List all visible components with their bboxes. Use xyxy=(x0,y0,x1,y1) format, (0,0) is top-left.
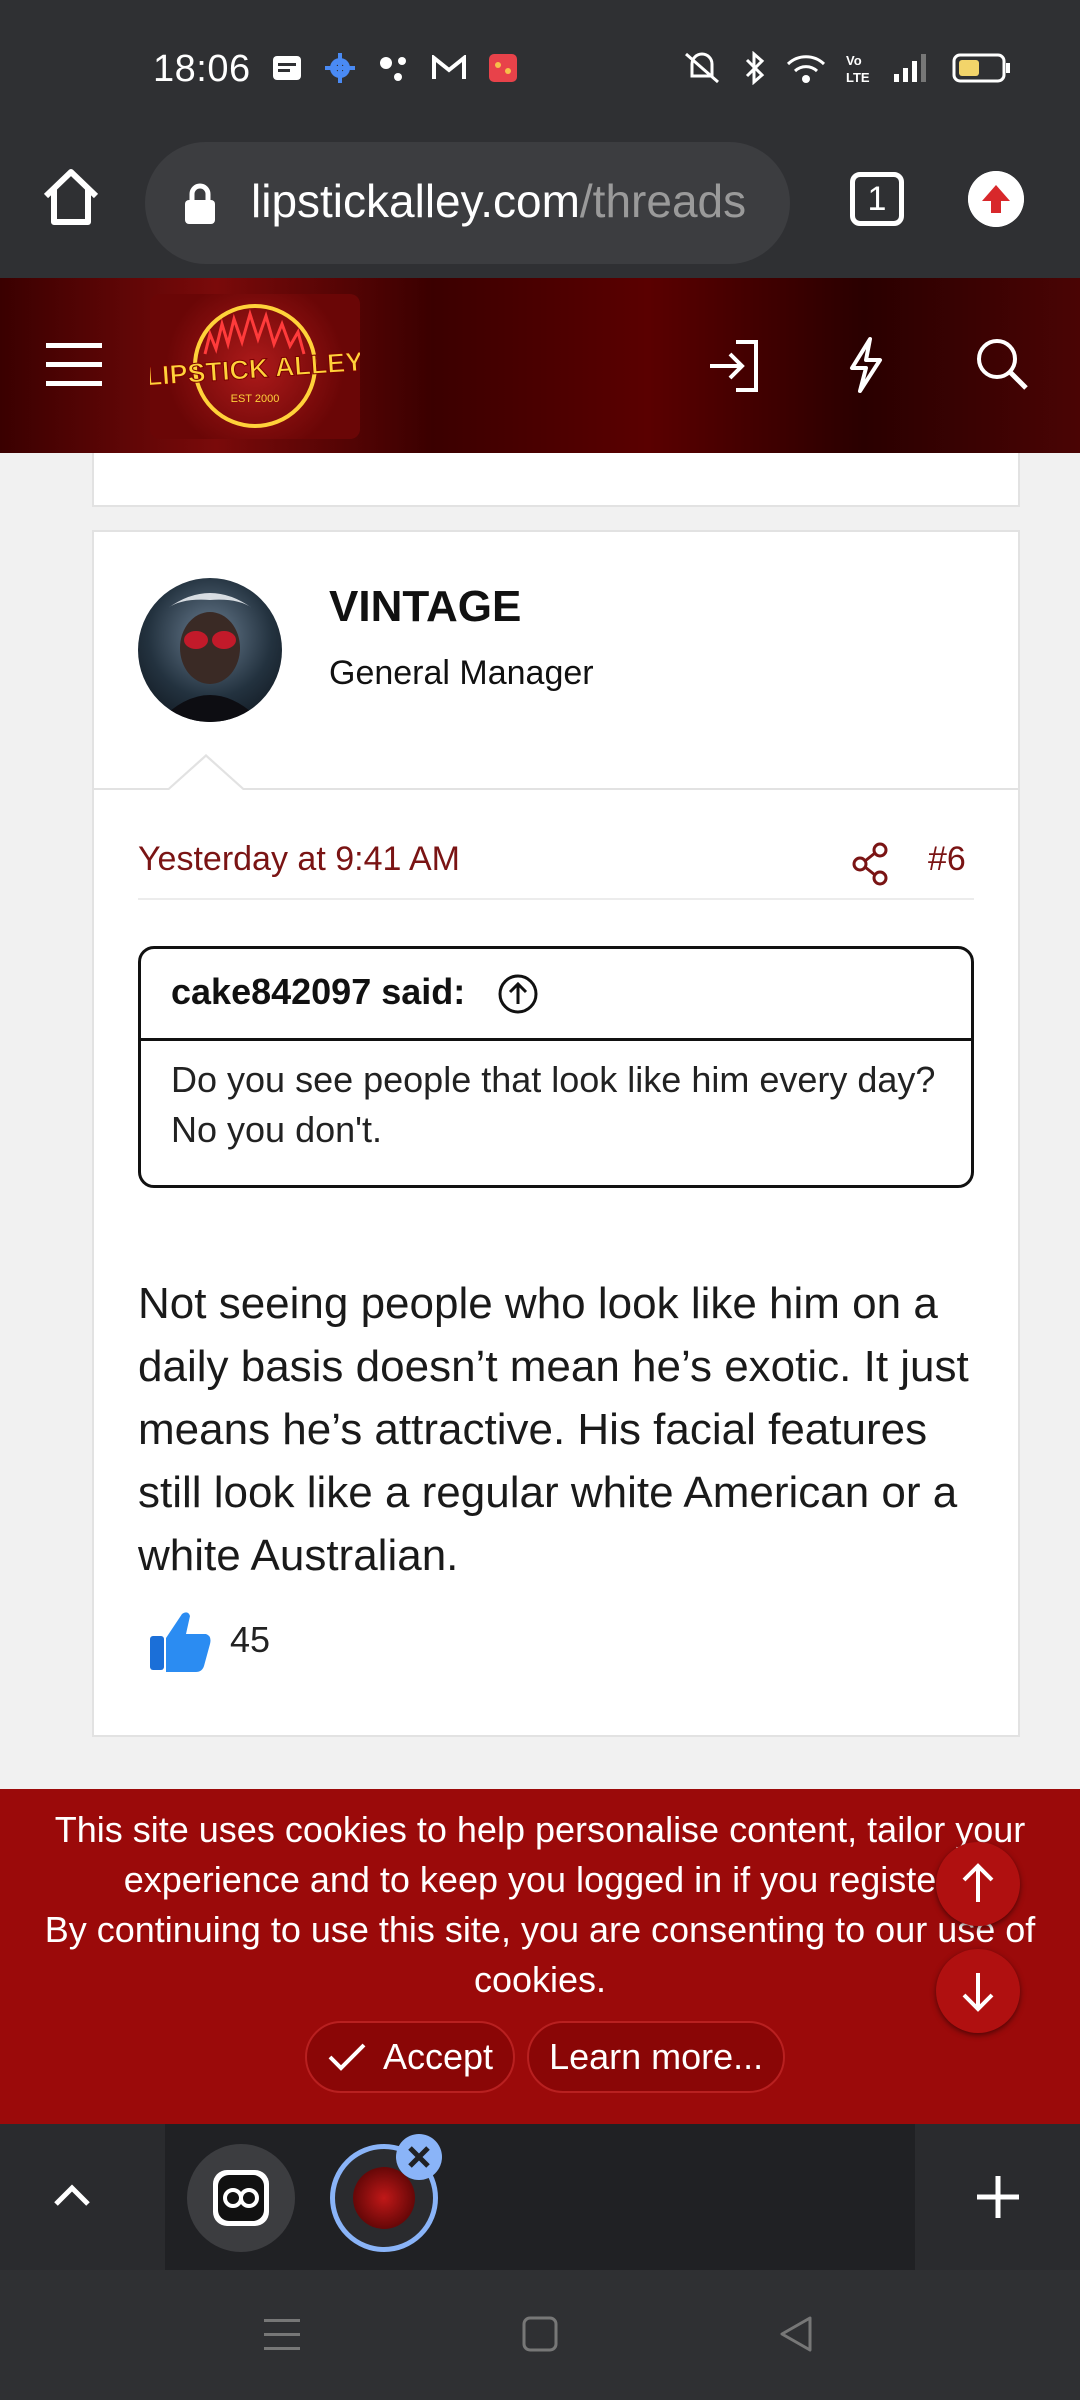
browser-toolbar: lipstickalley.com/threads 1 xyxy=(0,138,1080,278)
quote-block: cake842097 said: Do you see people that … xyxy=(138,946,974,1188)
cookie-line-2: By continuing to use this site, you are … xyxy=(44,1909,1036,2000)
quote-author[interactable]: cake842097 said: xyxy=(171,971,465,1013)
app-notification-icon xyxy=(489,54,517,82)
reaction-summary[interactable]: 45 xyxy=(144,1604,270,1676)
post-card: VINTAGE General Manager Yesterday at 9:4… xyxy=(92,530,1020,1737)
checkmark-icon xyxy=(328,2043,366,2071)
plus-icon xyxy=(977,2176,1019,2218)
url-path: /threads xyxy=(579,175,747,227)
settings-gear-icon xyxy=(325,53,355,83)
status-time: 18:06 xyxy=(153,48,251,90)
tab-item-infinity[interactable] xyxy=(187,2144,295,2252)
svg-text:EST 2000: EST 2000 xyxy=(231,393,280,405)
scroll-down-button[interactable] xyxy=(936,1949,1020,2033)
cookie-banner: This site uses cookies to help personali… xyxy=(0,1789,1080,2124)
avatar[interactable] xyxy=(138,578,282,722)
scroll-up-button[interactable] xyxy=(936,1842,1020,1926)
svg-text:LIPSTICK ALLEY: LIPSTICK ALLEY xyxy=(150,346,360,391)
post-meta: Yesterday at 9:41 AM #6 xyxy=(138,832,974,900)
lock-icon xyxy=(185,183,215,224)
avatar-image xyxy=(158,593,262,722)
address-bar[interactable]: lipstickalley.com/threads xyxy=(145,142,790,264)
cookie-notice: This site uses cookies to help personali… xyxy=(30,1805,1050,2005)
post-number[interactable]: #6 xyxy=(928,840,966,879)
dots-app-icon xyxy=(380,57,406,81)
svg-text:LTE: LTE xyxy=(846,70,870,85)
status-bar: 18:06 Vo LTE xyxy=(0,0,1080,138)
home-square-icon[interactable] xyxy=(520,2314,560,2354)
cookie-buttons: Accept Learn more... xyxy=(305,2021,786,2093)
tab-switcher-button[interactable]: 1 xyxy=(850,172,904,226)
quote-text: Do you see people that look like him eve… xyxy=(171,1059,936,1150)
svg-text:Vo: Vo xyxy=(846,53,862,68)
share-icon[interactable] xyxy=(850,842,890,886)
volte-icon: Vo LTE xyxy=(846,53,870,85)
close-tab-button[interactable] xyxy=(396,2134,442,2180)
like-thumbs-up-icon xyxy=(150,1612,211,1672)
logo-graphic: LIPSTICK ALLEY EST 2000 xyxy=(144,304,365,428)
login-icon[interactable] xyxy=(706,338,762,394)
url-domain: lipstickalley.com xyxy=(251,175,580,227)
battery-icon xyxy=(952,53,1010,83)
bluetooth-icon xyxy=(745,51,765,85)
user-title: General Manager xyxy=(329,654,594,692)
accept-cookies-button[interactable]: Accept xyxy=(305,2021,516,2093)
url-text: lipstickalley.com/threads xyxy=(251,174,761,228)
arrow-down-icon xyxy=(962,1973,994,2012)
jump-to-quote-icon[interactable] xyxy=(497,973,539,1015)
home-icon[interactable] xyxy=(40,166,102,228)
learn-more-label: Learn more... xyxy=(549,2036,764,2077)
mute-bell-icon xyxy=(685,52,719,84)
system-nav-bar xyxy=(0,2270,1080,2400)
back-triangle-icon[interactable] xyxy=(776,2314,816,2354)
learn-more-button[interactable]: Learn more... xyxy=(527,2021,786,2093)
notification-icons xyxy=(272,52,518,84)
close-icon xyxy=(408,2146,430,2168)
arrow-up-icon xyxy=(962,1863,994,1902)
cookie-line-1: This site uses cookies to help personali… xyxy=(54,1809,1026,1900)
quote-header: cake842097 said: xyxy=(141,949,971,1041)
message-notification-icon xyxy=(273,56,301,80)
signal-icon xyxy=(894,54,926,82)
site-header: LIPSTICK ALLEY EST 2000 xyxy=(0,278,1080,453)
chevron-up-icon xyxy=(54,2184,90,2206)
username[interactable]: VINTAGE xyxy=(329,582,521,632)
infinity-app-icon xyxy=(213,2170,269,2226)
accept-label: Accept xyxy=(383,2036,494,2077)
post-body: Not seeing people who look like him on a… xyxy=(138,1279,969,1580)
post-user-block: VINTAGE General Manager xyxy=(94,532,1018,790)
collapse-tab-strip-button[interactable] xyxy=(0,2124,165,2270)
new-tab-button[interactable] xyxy=(915,2124,1080,2270)
recents-menu-icon[interactable] xyxy=(262,2316,302,2354)
hamburger-menu-icon[interactable] xyxy=(46,340,102,390)
system-icons: Vo LTE xyxy=(680,50,1012,86)
tab-strip xyxy=(0,2124,1080,2270)
wifi-icon xyxy=(786,55,826,83)
update-icon[interactable] xyxy=(968,171,1024,227)
search-icon[interactable] xyxy=(974,336,1030,392)
user-block-arrow-inner xyxy=(168,757,244,791)
previous-post-card xyxy=(92,453,1020,507)
whats-new-bolt-icon[interactable] xyxy=(844,336,888,394)
post-date[interactable]: Yesterday at 9:41 AM xyxy=(138,840,460,879)
site-logo[interactable]: LIPSTICK ALLEY EST 2000 xyxy=(144,294,365,439)
reaction-count: 45 xyxy=(230,1619,271,1660)
gmail-icon xyxy=(432,55,466,79)
